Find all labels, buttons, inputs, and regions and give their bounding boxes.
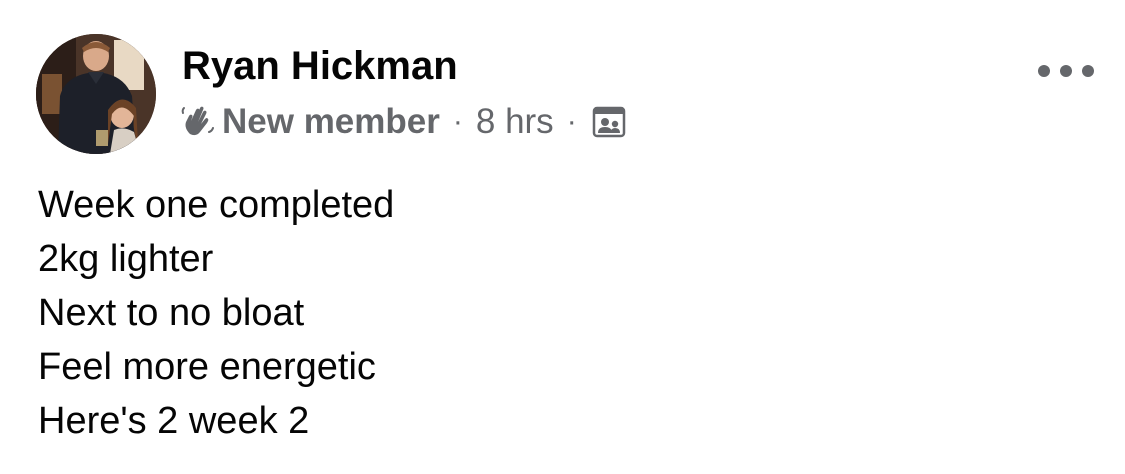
avatar-photo: [36, 34, 156, 154]
wave-icon: [181, 106, 214, 136]
post-text-line: Week one completed: [38, 184, 395, 226]
post-meta: New member · 8 hrs ·: [180, 98, 626, 146]
group-audience-icon[interactable]: [592, 105, 626, 139]
more-options-icon-dot: [1082, 65, 1094, 77]
more-options-icon-dot: [1060, 65, 1072, 77]
separator-dot: ·: [566, 105, 577, 138]
post-text: Week one completed 2kg lighter Next to n…: [38, 178, 394, 448]
member-badge[interactable]: New member: [222, 102, 440, 142]
post-text-line: 2kg lighter: [38, 238, 214, 280]
author-name[interactable]: Ryan Hickman: [182, 42, 458, 90]
more-options-button[interactable]: [1038, 58, 1094, 84]
post-text-line: Here's 2 week 2: [38, 400, 310, 442]
feed-post: Ryan Hickman New member · 8 hrs · Week o…: [0, 0, 1125, 474]
post-text-line: Feel more energetic: [38, 346, 376, 388]
separator-dot: ·: [452, 105, 463, 138]
more-options-icon-dot: [1038, 65, 1050, 77]
post-text-line: Next to no bloat: [38, 292, 305, 334]
post-timestamp[interactable]: 8 hrs: [476, 102, 554, 142]
author-avatar[interactable]: [36, 34, 156, 154]
